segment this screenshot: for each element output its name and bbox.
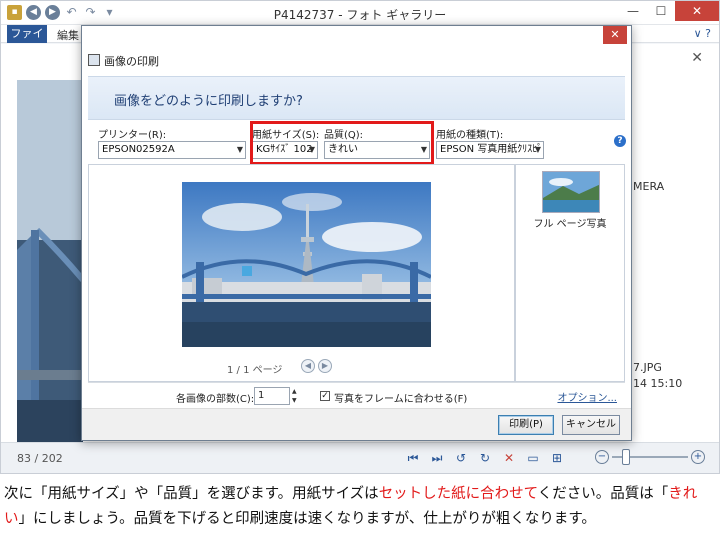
options-link[interactable]: オプション... bbox=[557, 389, 617, 404]
slideshow-icon[interactable]: ▭ bbox=[525, 449, 541, 467]
info-date: 14 15:10 bbox=[633, 377, 683, 390]
maximize-button[interactable]: ☐ bbox=[647, 1, 675, 21]
copies-stepper[interactable]: ▲ ▼ bbox=[292, 387, 302, 405]
page-indicator: 1 / 1 ページ bbox=[227, 365, 283, 376]
delete-icon[interactable]: ✕ bbox=[501, 449, 517, 467]
print-dialog: ✕ 画像の印刷 画像をどのように印刷しますか? プリンター(R): EPSON0… bbox=[81, 25, 632, 441]
zoom-out-icon[interactable]: − bbox=[595, 450, 609, 464]
zoom-thumb[interactable] bbox=[622, 449, 630, 465]
dialog-title: 画像の印刷 bbox=[104, 55, 159, 68]
caption-text: 次に「用紙サイズ」や「品質」を選びます。用紙サイズはセットした紙に合わせてくださ… bbox=[4, 482, 716, 532]
caption-part-3: 」にしましょう。品質を下げると印刷速度は速くなりますが、仕上がりが粗くなります。 bbox=[18, 511, 596, 527]
dialog-question: 画像をどのように印刷しますか? bbox=[114, 94, 303, 109]
next-page-button[interactable]: ▶ bbox=[318, 359, 332, 373]
caption-part-1: 次に「用紙サイズ」や「品質」を選びます。用紙サイズは bbox=[4, 486, 379, 502]
preview-photo bbox=[182, 182, 431, 347]
print-preview: 1 / 1 ページ ◀ ▶ bbox=[88, 164, 515, 382]
caption-highlight-1: セットした紙に合わせて bbox=[378, 486, 538, 502]
zoom-slider[interactable] bbox=[612, 449, 688, 465]
status-toolbar: ⏮ ⏭ ↺ ↻ ✕ ▭ ⊞ bbox=[405, 449, 565, 467]
dialog-footer: 印刷(P) キャンセル bbox=[82, 408, 631, 440]
help-icon[interactable]: ? bbox=[614, 135, 626, 147]
rotate-right-icon[interactable]: ↻ bbox=[477, 449, 493, 467]
printer-value: EPSON02592A bbox=[102, 144, 175, 155]
full-page-thumb-label: フル ページ写真 bbox=[533, 219, 607, 230]
background-photo bbox=[17, 80, 83, 446]
dialog-close-button[interactable]: ✕ bbox=[603, 26, 627, 44]
window-title: P4142737 - フォト ギャラリー bbox=[273, 8, 447, 22]
status-bar: 83 / 202 ⏮ ⏭ ↺ ↻ ✕ ▭ ⊞ − + bbox=[1, 442, 719, 473]
zoom-in-icon[interactable]: + bbox=[691, 450, 705, 464]
gallery-close-icon[interactable]: ✕ bbox=[691, 50, 703, 66]
layout-thumbnails: フル ページ写真 bbox=[515, 164, 625, 382]
highlight-box bbox=[250, 121, 434, 165]
caption-part-2: ください。品質は「 bbox=[537, 486, 669, 502]
cancel-button[interactable]: キャンセル bbox=[562, 415, 620, 435]
rotate-left-icon[interactable]: ↺ bbox=[453, 449, 469, 467]
printer-label: プリンター(R): bbox=[98, 130, 167, 141]
app-screenshot: ▪ ◀ ▶ ↶ ↷ ▾ P4142737 - フォト ギャラリー — ☐ ✕ フ… bbox=[0, 0, 720, 474]
prev-page-button[interactable]: ◀ bbox=[301, 359, 315, 373]
fit-label: 写真をフレームに合わせる(F) bbox=[334, 394, 468, 405]
previous-icon[interactable]: ⏮ bbox=[405, 449, 421, 467]
paper-type-label: 用紙の種類(T): bbox=[436, 130, 504, 141]
printer-select[interactable]: EPSON02592A ▼ bbox=[98, 141, 246, 159]
chevron-down-icon: ▼ bbox=[236, 145, 243, 154]
copies-row: 各画像の部数(C): 1 ▲ ▼ ✓ 写真をフレームに合わせる(F) オプション.… bbox=[88, 382, 625, 408]
minimize-button[interactable]: — bbox=[619, 1, 647, 21]
fit-checkbox[interactable]: ✓ bbox=[320, 391, 330, 401]
photo-counter: 83 / 202 bbox=[17, 452, 63, 465]
tab-file[interactable]: ファイル bbox=[7, 25, 47, 58]
copies-label: 各画像の部数(C): bbox=[176, 394, 255, 405]
chevron-down-icon: ▼ bbox=[534, 145, 541, 154]
print-button[interactable]: 印刷(P) bbox=[498, 415, 554, 435]
close-button[interactable]: ✕ bbox=[675, 1, 719, 21]
info-camera: MERA bbox=[633, 180, 665, 193]
printer-icon bbox=[88, 54, 100, 66]
next-icon[interactable]: ⏭ bbox=[429, 449, 445, 467]
paper-type-select[interactable]: EPSON 写真用紙ｸﾘｽﾋﾟ ▼ bbox=[436, 141, 544, 159]
title-bar: ▪ ◀ ▶ ↶ ↷ ▾ P4142737 - フォト ギャラリー — ☐ ✕ bbox=[1, 1, 719, 25]
copies-input[interactable]: 1 bbox=[254, 387, 290, 405]
ribbon-help-controls[interactable]: ∨ ? bbox=[694, 27, 711, 40]
window-controls: — ☐ ✕ bbox=[619, 1, 719, 21]
info-filename: 7.JPG bbox=[633, 361, 662, 374]
zoom-control: − + bbox=[595, 449, 705, 465]
full-page-thumb[interactable] bbox=[542, 171, 600, 213]
dialog-banner: 画像をどのように印刷しますか? bbox=[88, 76, 625, 120]
paper-type-value: EPSON 写真用紙ｸﾘｽﾋﾟ bbox=[440, 144, 543, 155]
tab-edit[interactable]: 編集 bbox=[57, 27, 79, 43]
actual-size-icon[interactable]: ⊞ bbox=[549, 449, 565, 467]
dialog-title-bar: ✕ 画像の印刷 bbox=[82, 26, 631, 72]
